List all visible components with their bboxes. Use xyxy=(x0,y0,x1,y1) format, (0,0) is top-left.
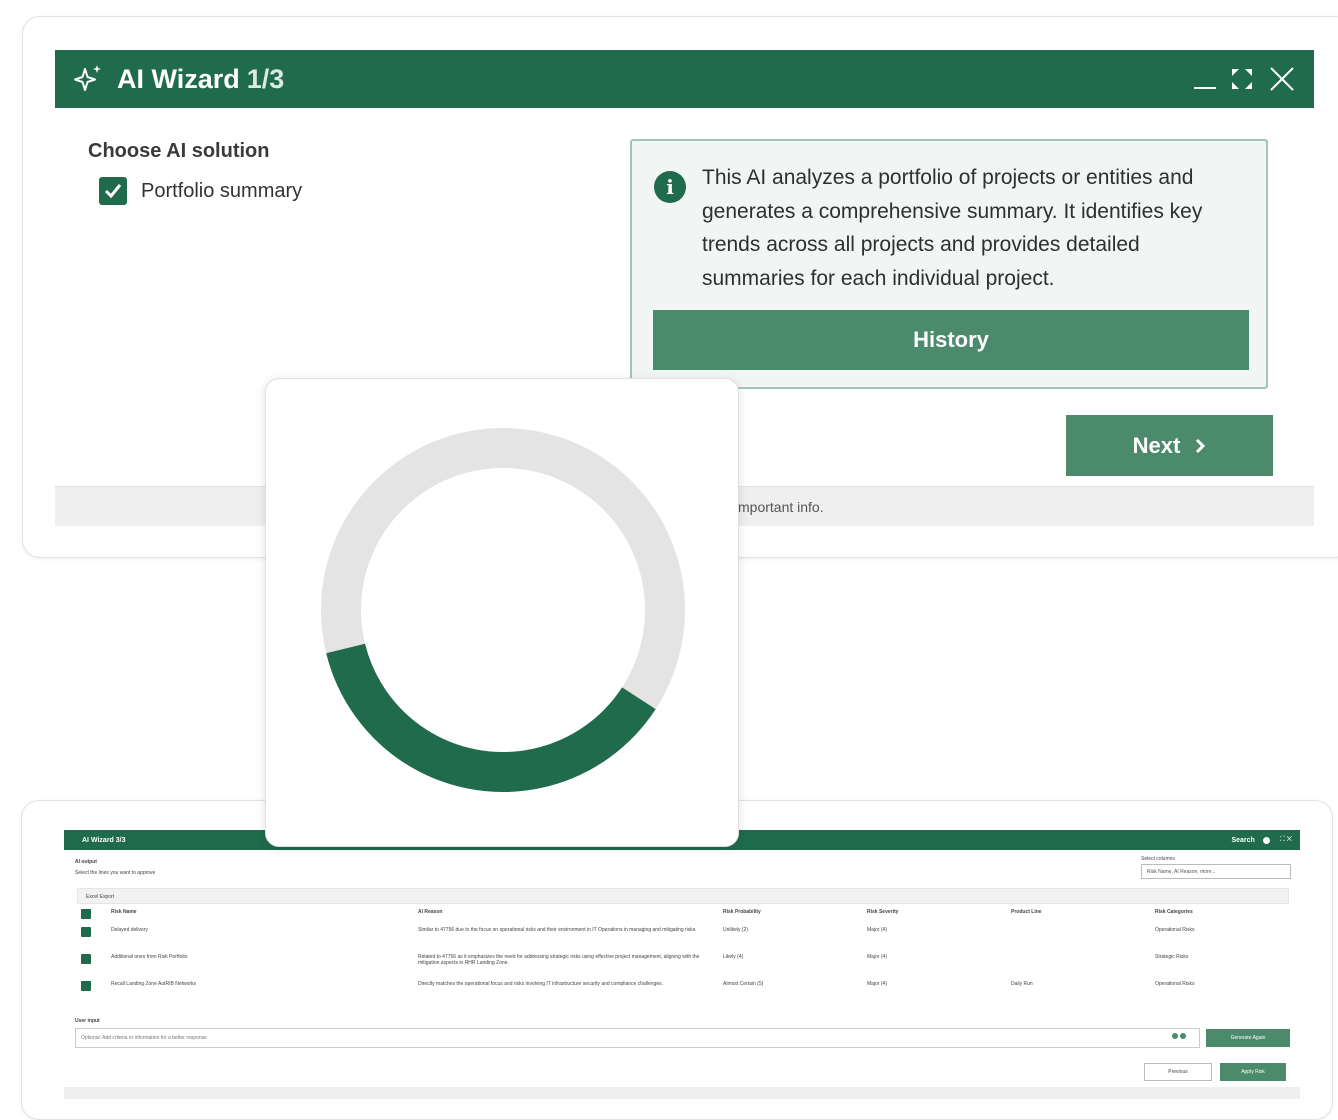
select-all-checkbox[interactable] xyxy=(81,909,91,919)
table-row[interactable]: Delayed delivery Similar to 47756 due to… xyxy=(77,924,1289,951)
chevron-right-icon xyxy=(1196,438,1206,453)
previous-button[interactable]: Previous xyxy=(1144,1063,1212,1081)
table-cell: Major (4) xyxy=(867,927,888,933)
minimize-icon[interactable] xyxy=(1194,69,1216,89)
table-header-row: Risk Name AI Reason Risk Probability Ris… xyxy=(77,906,1289,924)
sparkle-icon xyxy=(74,65,101,91)
table-cell: Recall Landing Zone AutRIB Networks xyxy=(111,981,197,987)
wizard-header: AI Wizard 1/3 xyxy=(55,50,1314,108)
table-cell: Similar to 47756 due to the focus on ope… xyxy=(418,927,697,933)
row-checkbox[interactable] xyxy=(81,954,91,964)
row-checkbox[interactable] xyxy=(81,927,91,937)
search-link[interactable]: Search xyxy=(1231,837,1254,844)
column-header: AI Reason xyxy=(418,909,443,915)
column-header: Risk Probability xyxy=(723,909,761,915)
column-header: Risk Categories xyxy=(1155,909,1193,915)
close-icon[interactable] xyxy=(1268,65,1296,93)
column-header: Risk Name xyxy=(111,909,137,915)
choose-solution-label: Choose AI solution xyxy=(88,140,270,162)
generate-again-button[interactable]: Generate Again xyxy=(1206,1029,1290,1047)
table-cell: Major (4) xyxy=(867,954,888,960)
table-cell: Related to 47756 as it emphasizes the ne… xyxy=(418,954,700,966)
input-tools-icon[interactable] xyxy=(1172,1033,1186,1039)
history-button[interactable]: History xyxy=(653,310,1249,370)
user-input-field[interactable]: Optional: Add criteria or information fo… xyxy=(75,1028,1200,1048)
table-cell: Additional ones from Risk Portfolio xyxy=(111,954,188,960)
next-button-label: Next xyxy=(1132,432,1181,458)
results-footer xyxy=(64,1087,1300,1099)
table-cell: Operational Risks xyxy=(1155,927,1195,933)
table-cell: Unlikely (2) xyxy=(723,927,749,933)
ai-output-title: AI output xyxy=(75,859,97,865)
table-cell: Delayed delivery xyxy=(111,927,148,933)
excel-export-button[interactable]: Excel Export xyxy=(77,888,1289,904)
portfolio-summary-label: Portfolio summary xyxy=(141,179,303,202)
table-row[interactable]: Additional ones from Risk Portfolio Rela… xyxy=(77,951,1289,978)
table-cell xyxy=(1007,951,1151,978)
table-cell xyxy=(1007,924,1151,951)
column-select[interactable]: Risk Name, AI Reason, more... xyxy=(1141,864,1291,879)
column-select-label: Select columns xyxy=(1141,856,1175,862)
column-header: Product Line xyxy=(1011,909,1042,915)
info-icon: i xyxy=(654,171,686,203)
portfolio-summary-checkbox[interactable] xyxy=(99,177,127,205)
column-header: Risk Severity xyxy=(867,909,899,915)
solution-info-box: i This AI analyzes a portfolio of projec… xyxy=(630,139,1268,389)
wizard-step: 1/3 xyxy=(246,63,285,94)
table-cell: Almost Certain (5) xyxy=(723,981,764,987)
table-cell: Directly matches the operational focus a… xyxy=(418,981,664,987)
wizard-title: AI Wizard xyxy=(117,63,240,94)
expand-icon[interactable] xyxy=(1228,65,1256,93)
results-title: AI Wizard 3/3 xyxy=(82,836,126,844)
table-cell: Daily Run xyxy=(1011,981,1033,987)
ai-output-subtitle: Select the lines you want to approve xyxy=(75,870,156,876)
table-cell: Likely (4) xyxy=(723,954,744,960)
footer-info-text: mportant info. xyxy=(738,499,824,515)
help-icon[interactable] xyxy=(1262,836,1270,844)
next-button[interactable]: Next xyxy=(1066,415,1273,476)
loading-spinner xyxy=(321,428,685,792)
window-controls xyxy=(1194,65,1296,93)
check-icon xyxy=(104,184,122,199)
table-cell: Major (4) xyxy=(867,981,888,987)
window-controls-icon[interactable]: ⛶ ✕ xyxy=(1280,836,1292,844)
apply-risk-button[interactable]: Apply Risk xyxy=(1220,1063,1286,1081)
table-cell: Strategic Risks xyxy=(1155,954,1189,960)
loading-overlay xyxy=(265,378,739,847)
risk-table: Risk Name AI Reason Risk Probability Ris… xyxy=(77,906,1289,1005)
user-input-label: User input xyxy=(75,1018,100,1024)
row-checkbox[interactable] xyxy=(81,981,91,991)
table-cell: Operational Risks xyxy=(1155,981,1195,987)
table-row[interactable]: Recall Landing Zone AutRIB Networks Dire… xyxy=(77,978,1289,1005)
portfolio-summary-option[interactable]: Portfolio summary xyxy=(99,177,302,205)
solution-description: This AI analyzes a portfolio of projects… xyxy=(702,166,1203,290)
